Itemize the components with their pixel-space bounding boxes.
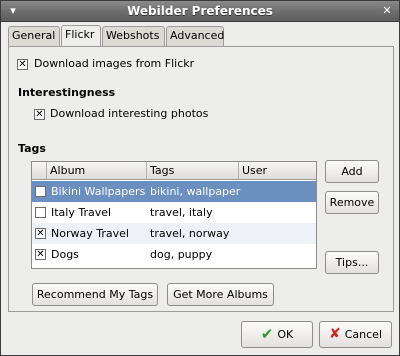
tips-button[interactable]: Tips...: [325, 251, 379, 274]
album-cell: Bikini Wallpapers: [51, 185, 146, 198]
checkmark-icon: ✔: [260, 325, 274, 343]
download-images-label: Download images from Flickr: [34, 57, 195, 70]
tab-webshots-label: Webshots: [106, 29, 160, 42]
remove-button[interactable]: Remove: [325, 191, 379, 214]
cancel-label: Cancel: [344, 328, 382, 341]
download-interesting-checkbox[interactable]: ✕: [34, 109, 45, 120]
row-enabled-checkbox[interactable]: ✕: [35, 249, 46, 260]
album-cell: Dogs: [51, 248, 79, 261]
row-enabled-checkbox[interactable]: [35, 207, 46, 218]
header-tags[interactable]: Tags: [147, 162, 239, 180]
header-album[interactable]: Album: [47, 162, 147, 180]
cancel-icon: ✘: [329, 326, 341, 342]
table-row[interactable]: Italy Travel travel, italy: [32, 202, 316, 223]
tab-advanced-label: Advanced: [170, 29, 225, 42]
tab-webshots[interactable]: Webshots: [102, 26, 165, 46]
header-user[interactable]: User: [239, 162, 316, 180]
row-enabled-checkbox[interactable]: ✕: [35, 186, 46, 197]
tab-advanced[interactable]: Advanced: [166, 26, 224, 46]
interestingness-heading: Interestingness: [18, 86, 116, 99]
tab-flickr[interactable]: Flickr: [61, 25, 101, 46]
close-icon[interactable]: ✕: [380, 4, 394, 18]
window-title: Webilder Preferences: [127, 4, 273, 18]
tab-general-label: General: [12, 29, 56, 42]
tags-cell: bikini, wallpaper: [150, 185, 241, 198]
add-button[interactable]: Add: [325, 160, 379, 183]
albums-table: Album Tags User ✕ Bikini Wallpapers biki…: [31, 161, 317, 269]
header-check-column[interactable]: [32, 162, 47, 180]
get-more-albums-button[interactable]: Get More Albums: [167, 283, 274, 306]
tags-cell: dog, puppy: [150, 248, 213, 261]
table-row[interactable]: ✕ Norway Travel travel, norway: [32, 223, 316, 244]
table-header: Album Tags User: [32, 162, 316, 180]
download-images-checkbox[interactable]: ✕: [17, 59, 28, 70]
tab-general[interactable]: General: [8, 26, 60, 46]
album-cell: Italy Travel: [51, 206, 112, 219]
album-cell: Norway Travel: [51, 227, 129, 240]
table-row[interactable]: ✕ Dogs dog, puppy: [32, 244, 316, 265]
title-bar[interactable]: ▾ Webilder Preferences ✕: [1, 1, 399, 22]
preferences-window: ▾ Webilder Preferences ✕ General Flickr …: [0, 0, 400, 356]
row-enabled-checkbox[interactable]: ✕: [35, 228, 46, 239]
tags-heading: Tags: [18, 142, 46, 155]
cancel-button[interactable]: ✘ Cancel: [319, 321, 392, 348]
ok-button[interactable]: ✔ OK: [241, 321, 313, 348]
table-row[interactable]: ✕ Bikini Wallpapers bikini, wallpaper: [32, 181, 316, 202]
tab-flickr-label: Flickr: [65, 28, 95, 41]
recommend-tags-button[interactable]: Recommend My Tags: [32, 283, 158, 306]
tags-cell: travel, norway: [150, 227, 230, 240]
tags-cell: travel, italy: [150, 206, 213, 219]
download-interesting-label: Download interesting photos: [50, 107, 209, 120]
ok-label: OK: [277, 328, 294, 341]
